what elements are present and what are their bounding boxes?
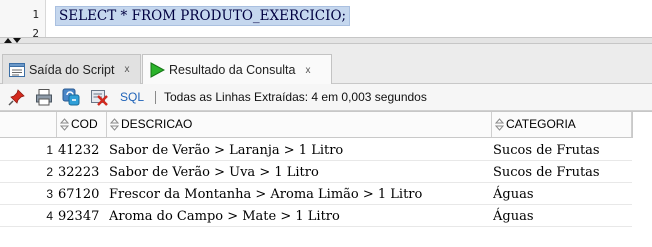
- column-label: COD: [71, 117, 98, 131]
- tab-script-output[interactable]: Saída do Script x: [2, 54, 141, 84]
- output-tab-bar: Saída do Script x Resultado da Consulta …: [0, 44, 652, 85]
- table-row[interactable]: 3 67120 Frescor da Montanha > Aroma Limã…: [0, 184, 632, 205]
- result-grid: COD DESCRICAO CATEGORIA 1 41232 Sabor de…: [0, 111, 652, 247]
- row-number: 1: [46, 143, 53, 157]
- cell-descricao[interactable]: Sabor de Verão > Uva > 1 Litro: [109, 162, 491, 183]
- column-label: CATEGORIA: [506, 117, 576, 131]
- sql-statement[interactable]: SELECT * FROM PRODUTO_EXERCICIO;: [55, 6, 351, 26]
- pin-icon[interactable]: [8, 88, 26, 106]
- line-number-gutter: 1 2: [0, 0, 46, 37]
- grid-header: COD DESCRICAO CATEGORIA: [0, 112, 633, 138]
- line-number: 2: [32, 27, 39, 37]
- refresh-icon[interactable]: [62, 88, 80, 106]
- toolbar-divider: [155, 91, 156, 104]
- sql-link[interactable]: SQL: [120, 90, 144, 104]
- run-query-icon: [150, 62, 165, 78]
- close-tab-icon[interactable]: x: [305, 65, 310, 76]
- cell-categoria[interactable]: Sucos de Frutas: [493, 140, 631, 161]
- cell-categoria[interactable]: Águas: [493, 184, 631, 205]
- cell-descricao[interactable]: Sabor de Verão > Laranja > 1 Litro: [109, 140, 491, 161]
- collapse-down-icon[interactable]: [13, 38, 21, 43]
- fetch-status: Todas as Linhas Extraídas: 4 em 0,003 se…: [164, 90, 427, 104]
- cell-categoria[interactable]: Águas: [493, 206, 631, 227]
- print-icon[interactable]: [35, 88, 53, 106]
- sql-editor[interactable]: 1 2 SELECT * FROM PRODUTO_EXERCICIO;: [0, 0, 652, 37]
- row-number-header: [0, 112, 57, 137]
- close-tab-icon[interactable]: x: [124, 64, 129, 75]
- cell-cod[interactable]: 32223: [58, 162, 106, 183]
- cell-cod[interactable]: 92347: [58, 206, 106, 227]
- cell-descricao[interactable]: Aroma do Campo > Mate > 1 Litro: [109, 206, 491, 227]
- cell-descricao[interactable]: Frescor da Montanha > Aroma Limão > 1 Li…: [109, 184, 491, 205]
- column-header-descricao[interactable]: DESCRICAO: [107, 112, 492, 137]
- tab-label: Resultado da Consulta: [169, 63, 296, 77]
- cell-cod[interactable]: 67120: [58, 184, 106, 205]
- column-header-cod[interactable]: COD: [57, 112, 107, 137]
- collapse-up-icon[interactable]: [4, 38, 12, 43]
- row-number: 3: [46, 187, 53, 201]
- clear-icon[interactable]: [90, 88, 108, 106]
- results-toolbar: SQL Todas as Linhas Extraídas: 4 em 0,00…: [0, 84, 652, 111]
- line-number: 1: [32, 8, 39, 21]
- cell-categoria[interactable]: Sucos de Frutas: [493, 162, 631, 183]
- column-label: DESCRICAO: [121, 117, 193, 131]
- row-number: 2: [46, 165, 53, 179]
- script-output-icon: [9, 62, 25, 77]
- row-number: 4: [46, 209, 53, 223]
- sort-icon: [495, 118, 504, 132]
- table-row[interactable]: 1 41232 Sabor de Verão > Laranja > 1 Lit…: [0, 140, 632, 161]
- table-row[interactable]: 2 32223 Sabor de Verão > Uva > 1 Litro S…: [0, 162, 632, 183]
- column-header-categoria[interactable]: CATEGORIA: [492, 112, 632, 137]
- sort-icon: [60, 118, 69, 132]
- editor-results-splitter[interactable]: [0, 37, 652, 44]
- tab-query-result[interactable]: Resultado da Consulta x: [142, 54, 332, 85]
- cell-cod[interactable]: 41232: [58, 140, 106, 161]
- tab-label: Saída do Script: [29, 62, 115, 77]
- sort-icon: [110, 118, 119, 132]
- table-row[interactable]: 4 92347 Aroma do Campo > Mate > 1 Litro …: [0, 206, 632, 227]
